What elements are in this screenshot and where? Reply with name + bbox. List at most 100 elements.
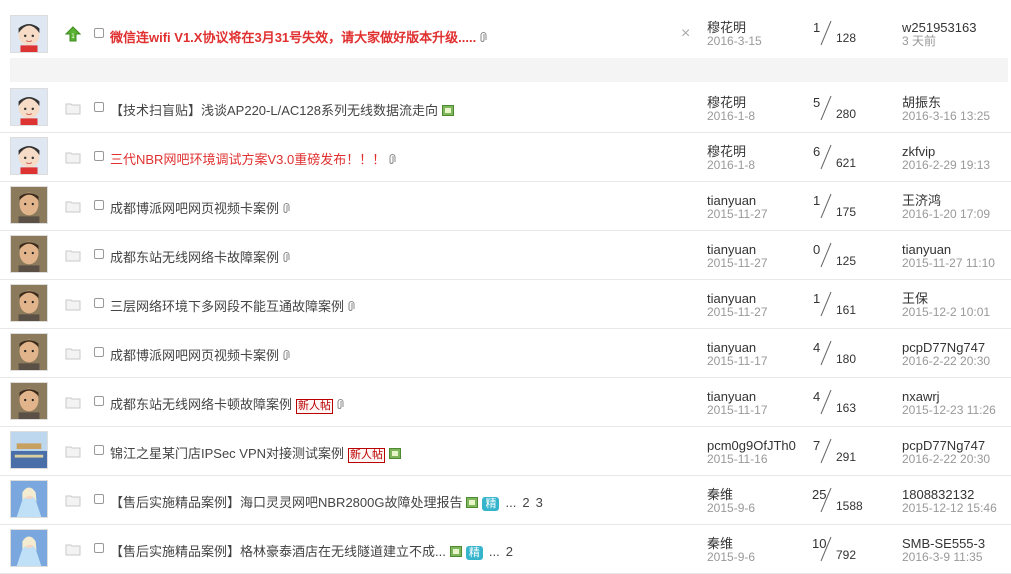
thread-title[interactable]: 成都博派网吧网页视频卡案例 xyxy=(110,198,290,217)
last-reply-user[interactable]: 王保 xyxy=(902,292,928,305)
author-name[interactable]: tianyuan xyxy=(707,390,756,403)
author-name[interactable]: 穆花明 xyxy=(707,145,746,158)
select-checkbox[interactable] xyxy=(94,102,104,112)
author-name[interactable]: 穆花明 xyxy=(707,21,746,34)
thread-title-link[interactable]: 锦江之星某门店IPSec VPN对接测试案例 xyxy=(110,446,344,461)
last-reply-user[interactable]: pcpD77Ng747 xyxy=(902,341,985,354)
thread-row-sticky[interactable]: 1 微信连wifi V1.X协议将在3月31号失效，请大家做好版本升级.....… xyxy=(0,0,1011,58)
author-name[interactable]: tianyuan xyxy=(707,292,756,305)
last-reply-user[interactable]: 胡振东 xyxy=(902,96,941,109)
thread-row[interactable]: 【售后实施精品案例】格林豪泰酒店在无线隧道建立不成... 精... 2 秦维 2015-… xyxy=(0,525,1011,574)
avatar[interactable] xyxy=(10,480,48,518)
author-name[interactable]: tianyuan xyxy=(707,341,756,354)
avatar[interactable] xyxy=(10,186,48,224)
close-icon[interactable]: × xyxy=(681,25,690,43)
thread-row[interactable]: 成都东站无线网络卡故障案例 tianyuan 2015-11-27 0 125 tiany… xyxy=(0,231,1011,280)
thread-title[interactable]: 三代NBR网吧环境调试方案V3.0重磅发布！！！ xyxy=(110,149,396,168)
last-reply-user[interactable]: w251953163 xyxy=(902,21,976,34)
author-name[interactable]: tianyuan xyxy=(707,243,756,256)
last-reply-time[interactable]: 2016-3-16 13:25 xyxy=(902,110,990,122)
avatar[interactable] xyxy=(10,382,48,420)
author-name[interactable]: 秦维 xyxy=(707,488,733,501)
thread-title[interactable]: 三层网络环境下多网段不能互通故障案例 xyxy=(110,296,355,315)
avatar[interactable] xyxy=(10,235,48,273)
thread-title[interactable]: 锦江之星某门店IPSec VPN对接测试案例 新人帖 xyxy=(110,443,402,463)
thread-title[interactable]: 成都东站无线网络卡故障案例 xyxy=(110,247,290,266)
thread-title[interactable]: 【售后实施精品案例】格林豪泰酒店在无线隧道建立不成... 精... 2 xyxy=(110,541,513,560)
last-reply-user[interactable]: SMB-SE555-3 xyxy=(902,537,985,550)
folder-icon[interactable] xyxy=(65,444,81,458)
select-checkbox[interactable] xyxy=(94,151,104,161)
avatar[interactable] xyxy=(10,284,48,322)
select-checkbox[interactable] xyxy=(94,445,104,455)
thread-title-link[interactable]: 【技术扫盲贴】浅谈AP220-L/AC128系列无线数据流走向 xyxy=(110,103,438,118)
thread-title[interactable]: 成都博派网吧网页视频卡案例 xyxy=(110,345,290,364)
last-reply-time[interactable]: 2015-11-27 11:10 xyxy=(902,257,995,269)
select-checkbox[interactable] xyxy=(94,200,104,210)
avatar[interactable] xyxy=(10,431,48,469)
last-reply-time[interactable]: 2016-3-9 11:35 xyxy=(902,551,983,563)
avatar[interactable] xyxy=(10,137,48,175)
page-link[interactable]: 3 xyxy=(536,495,543,510)
thread-title-link[interactable]: 【售后实施精品案例】海口灵灵网吧NBR2800G故障处理报告 xyxy=(110,495,462,510)
thread-title[interactable]: 微信连wifi V1.X协议将在3月31号失效，请大家做好版本升级..... xyxy=(110,27,487,46)
thread-title[interactable]: 成都东站无线网络卡顿故障案例 新人帖 xyxy=(110,394,344,414)
thread-title-link[interactable]: 微信连wifi V1.X协议将在3月31号失效，请大家做好版本升级..... xyxy=(110,30,476,45)
folder-icon[interactable] xyxy=(65,248,81,262)
thread-title-link[interactable]: 成都东站无线网络卡顿故障案例 xyxy=(110,397,292,412)
thread-row[interactable]: 成都东站无线网络卡顿故障案例 新人帖 tianyuan 2015-11-17 4 163 n… xyxy=(0,378,1011,427)
thread-row[interactable]: 成都博派网吧网页视频卡案例 tianyuan 2015-11-17 4 180 pcpD7… xyxy=(0,329,1011,378)
last-reply-user[interactable]: zkfvip xyxy=(902,145,935,158)
thread-title-link[interactable]: 成都博派网吧网页视频卡案例 xyxy=(110,348,279,363)
author-name[interactable]: tianyuan xyxy=(707,194,756,207)
author-name[interactable]: 秦维 xyxy=(707,537,733,550)
select-checkbox[interactable] xyxy=(94,28,104,38)
select-checkbox[interactable] xyxy=(94,298,104,308)
thread-title[interactable]: 【售后实施精品案例】海口灵灵网吧NBR2800G故障处理报告 精... 2 3 xyxy=(110,492,543,511)
select-checkbox[interactable] xyxy=(94,249,104,259)
thread-title[interactable]: 【技术扫盲贴】浅谈AP220-L/AC128系列无线数据流走向 xyxy=(110,100,454,119)
last-reply-user[interactable]: tianyuan xyxy=(902,243,951,256)
thread-row[interactable]: 成都博派网吧网页视频卡案例 tianyuan 2015-11-27 1 175 王济鸿 20… xyxy=(0,182,1011,231)
last-reply-time[interactable]: 2015-12-12 15:46 xyxy=(902,502,997,514)
select-checkbox[interactable] xyxy=(94,543,104,553)
folder-icon[interactable] xyxy=(65,346,81,360)
last-reply-time[interactable]: 2016-2-22 20:30 xyxy=(902,453,990,465)
thread-title-link[interactable]: 三代NBR网吧环境调试方案V3.0重磅发布！！！ xyxy=(110,152,385,167)
last-reply-time[interactable]: 2016-2-22 20:30 xyxy=(902,355,990,367)
page-link[interactable]: 2 xyxy=(522,495,529,510)
last-reply-time[interactable]: 2016-1-20 17:09 xyxy=(902,208,990,220)
page-link[interactable]: 2 xyxy=(506,544,513,559)
folder-icon[interactable] xyxy=(65,199,81,213)
last-reply-time[interactable]: 2016-2-29 19:13 xyxy=(902,159,990,171)
author-name[interactable]: 穆花明 xyxy=(707,96,746,109)
last-reply-time[interactable]: 2015-12-23 11:26 xyxy=(902,404,996,416)
avatar[interactable] xyxy=(10,529,48,567)
avatar[interactable] xyxy=(10,333,48,371)
last-reply-time[interactable]: 3 天前 xyxy=(902,35,936,47)
last-reply-time[interactable]: 2015-12-2 10:01 xyxy=(902,306,990,318)
last-reply-user[interactable]: 王济鸿 xyxy=(902,194,941,207)
avatar[interactable] xyxy=(10,88,48,126)
last-reply-user[interactable]: pcpD77Ng747 xyxy=(902,439,985,452)
select-checkbox[interactable] xyxy=(94,396,104,406)
last-reply-user[interactable]: nxawrj xyxy=(902,390,940,403)
thread-row[interactable]: 【技术扫盲贴】浅谈AP220-L/AC128系列无线数据流走向 穆花明 2016-1… xyxy=(0,84,1011,133)
folder-icon[interactable] xyxy=(65,101,81,115)
thread-row[interactable]: 锦江之星某门店IPSec VPN对接测试案例 新人帖 pcm0g9OfJTh0 201… xyxy=(0,427,1011,476)
thread-title-link[interactable]: 成都东站无线网络卡故障案例 xyxy=(110,250,279,265)
thread-title-link[interactable]: 【售后实施精品案例】格林豪泰酒店在无线隧道建立不成... xyxy=(110,544,446,559)
thread-row[interactable]: 三层网络环境下多网段不能互通故障案例 tianyuan 2015-11-27 1 161… xyxy=(0,280,1011,329)
avatar[interactable] xyxy=(10,15,48,53)
last-reply-user[interactable]: 1808832132 xyxy=(902,488,974,501)
folder-icon[interactable] xyxy=(65,493,81,507)
thread-row[interactable]: 【售后实施精品案例】海口灵灵网吧NBR2800G故障处理报告精... 2 3 秦维 20… xyxy=(0,476,1011,525)
thread-row[interactable]: 三代NBR网吧环境调试方案V3.0重磅发布！！！ 穆花明 2016-1-8 6 621 z… xyxy=(0,133,1011,182)
thread-title-link[interactable]: 成都博派网吧网页视频卡案例 xyxy=(110,201,279,216)
folder-icon[interactable] xyxy=(65,395,81,409)
folder-icon[interactable] xyxy=(65,150,81,164)
folder-icon[interactable] xyxy=(65,297,81,311)
thread-title-link[interactable]: 三层网络环境下多网段不能互通故障案例 xyxy=(110,299,344,314)
folder-icon[interactable] xyxy=(65,542,81,556)
select-checkbox[interactable] xyxy=(94,494,104,504)
